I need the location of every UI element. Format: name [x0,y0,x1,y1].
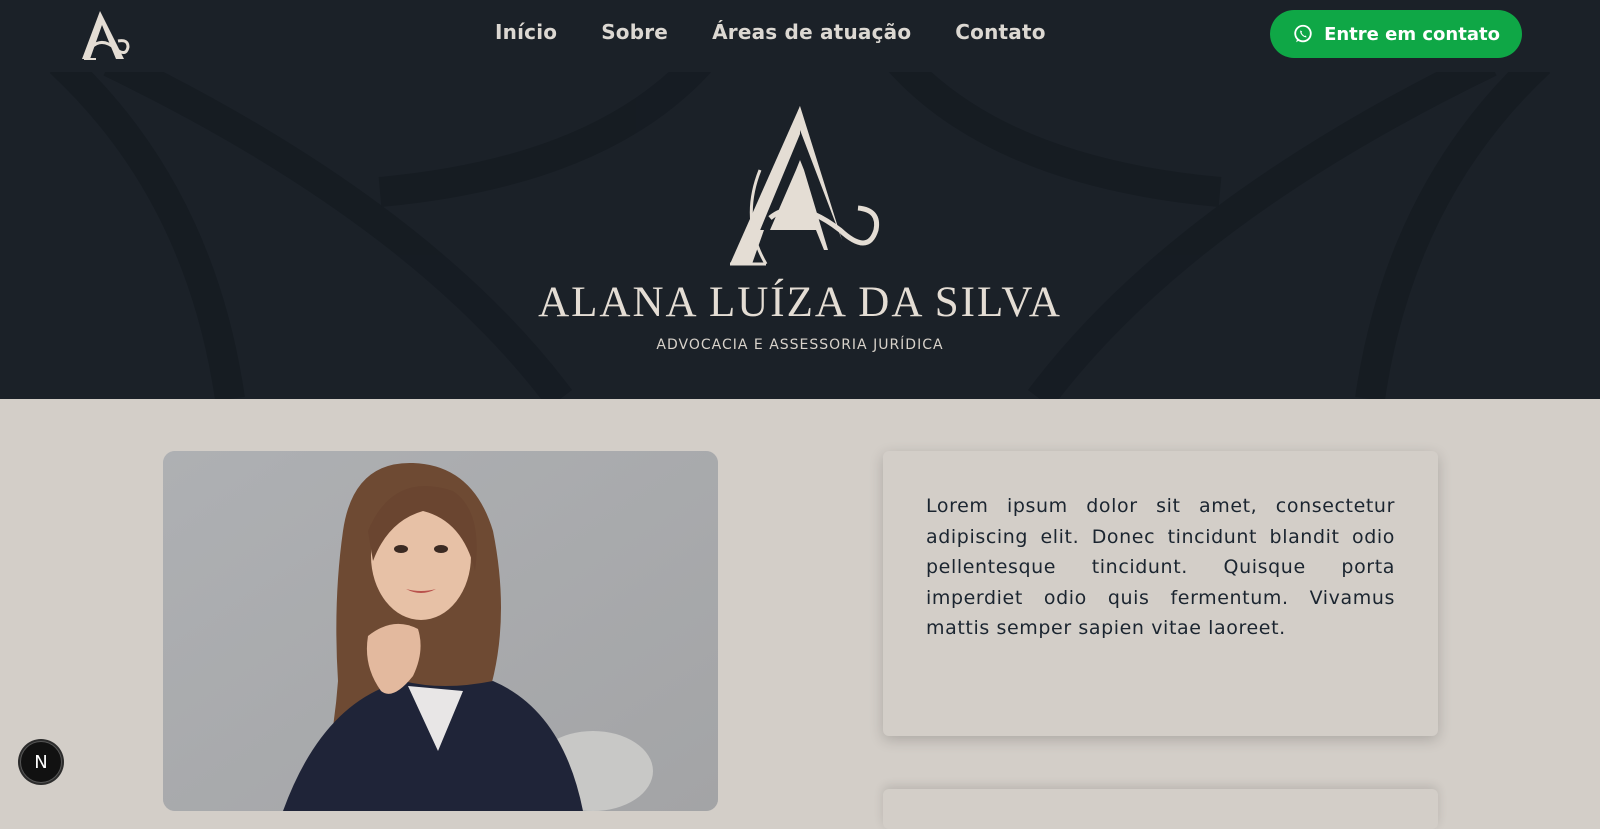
nav-link-inicio[interactable]: Início [495,20,557,44]
brand-logo-icon[interactable] [78,7,134,63]
next-dev-badge[interactable]: N [20,741,62,783]
about-card: Lorem ipsum dolor sit amet, consectetur … [883,451,1438,736]
nav-link-contato[interactable]: Contato [955,20,1045,44]
main-nav: Início Sobre Áreas de atuação Contato [495,20,1090,44]
hero-banner: ALANA LUÍZA DA SILVA ADVOCACIA E ASSESSO… [0,72,1600,399]
portrait-photo [163,451,718,811]
portrait-illustration [163,451,718,811]
second-card [883,789,1438,829]
nav-link-sobre[interactable]: Sobre [601,20,668,44]
contact-button-label: Entre em contato [1324,23,1500,45]
contact-button[interactable]: Entre em contato [1270,10,1522,58]
about-section: Lorem ipsum dolor sit amet, consectetur … [0,399,1600,829]
next-badge-label: N [34,751,48,773]
about-paragraph: Lorem ipsum dolor sit amet, consectetur … [926,495,1395,639]
hero-subtitle: ADVOCACIA E ASSESSORIA JURÍDICA [656,337,944,353]
navbar: Início Sobre Áreas de atuação Contato En… [0,0,1600,72]
hero-title: ALANA LUÍZA DA SILVA [538,279,1062,326]
nav-link-areas[interactable]: Áreas de atuação [712,20,911,44]
whatsapp-icon [1294,24,1312,43]
hero-logo-icon [730,106,880,266]
